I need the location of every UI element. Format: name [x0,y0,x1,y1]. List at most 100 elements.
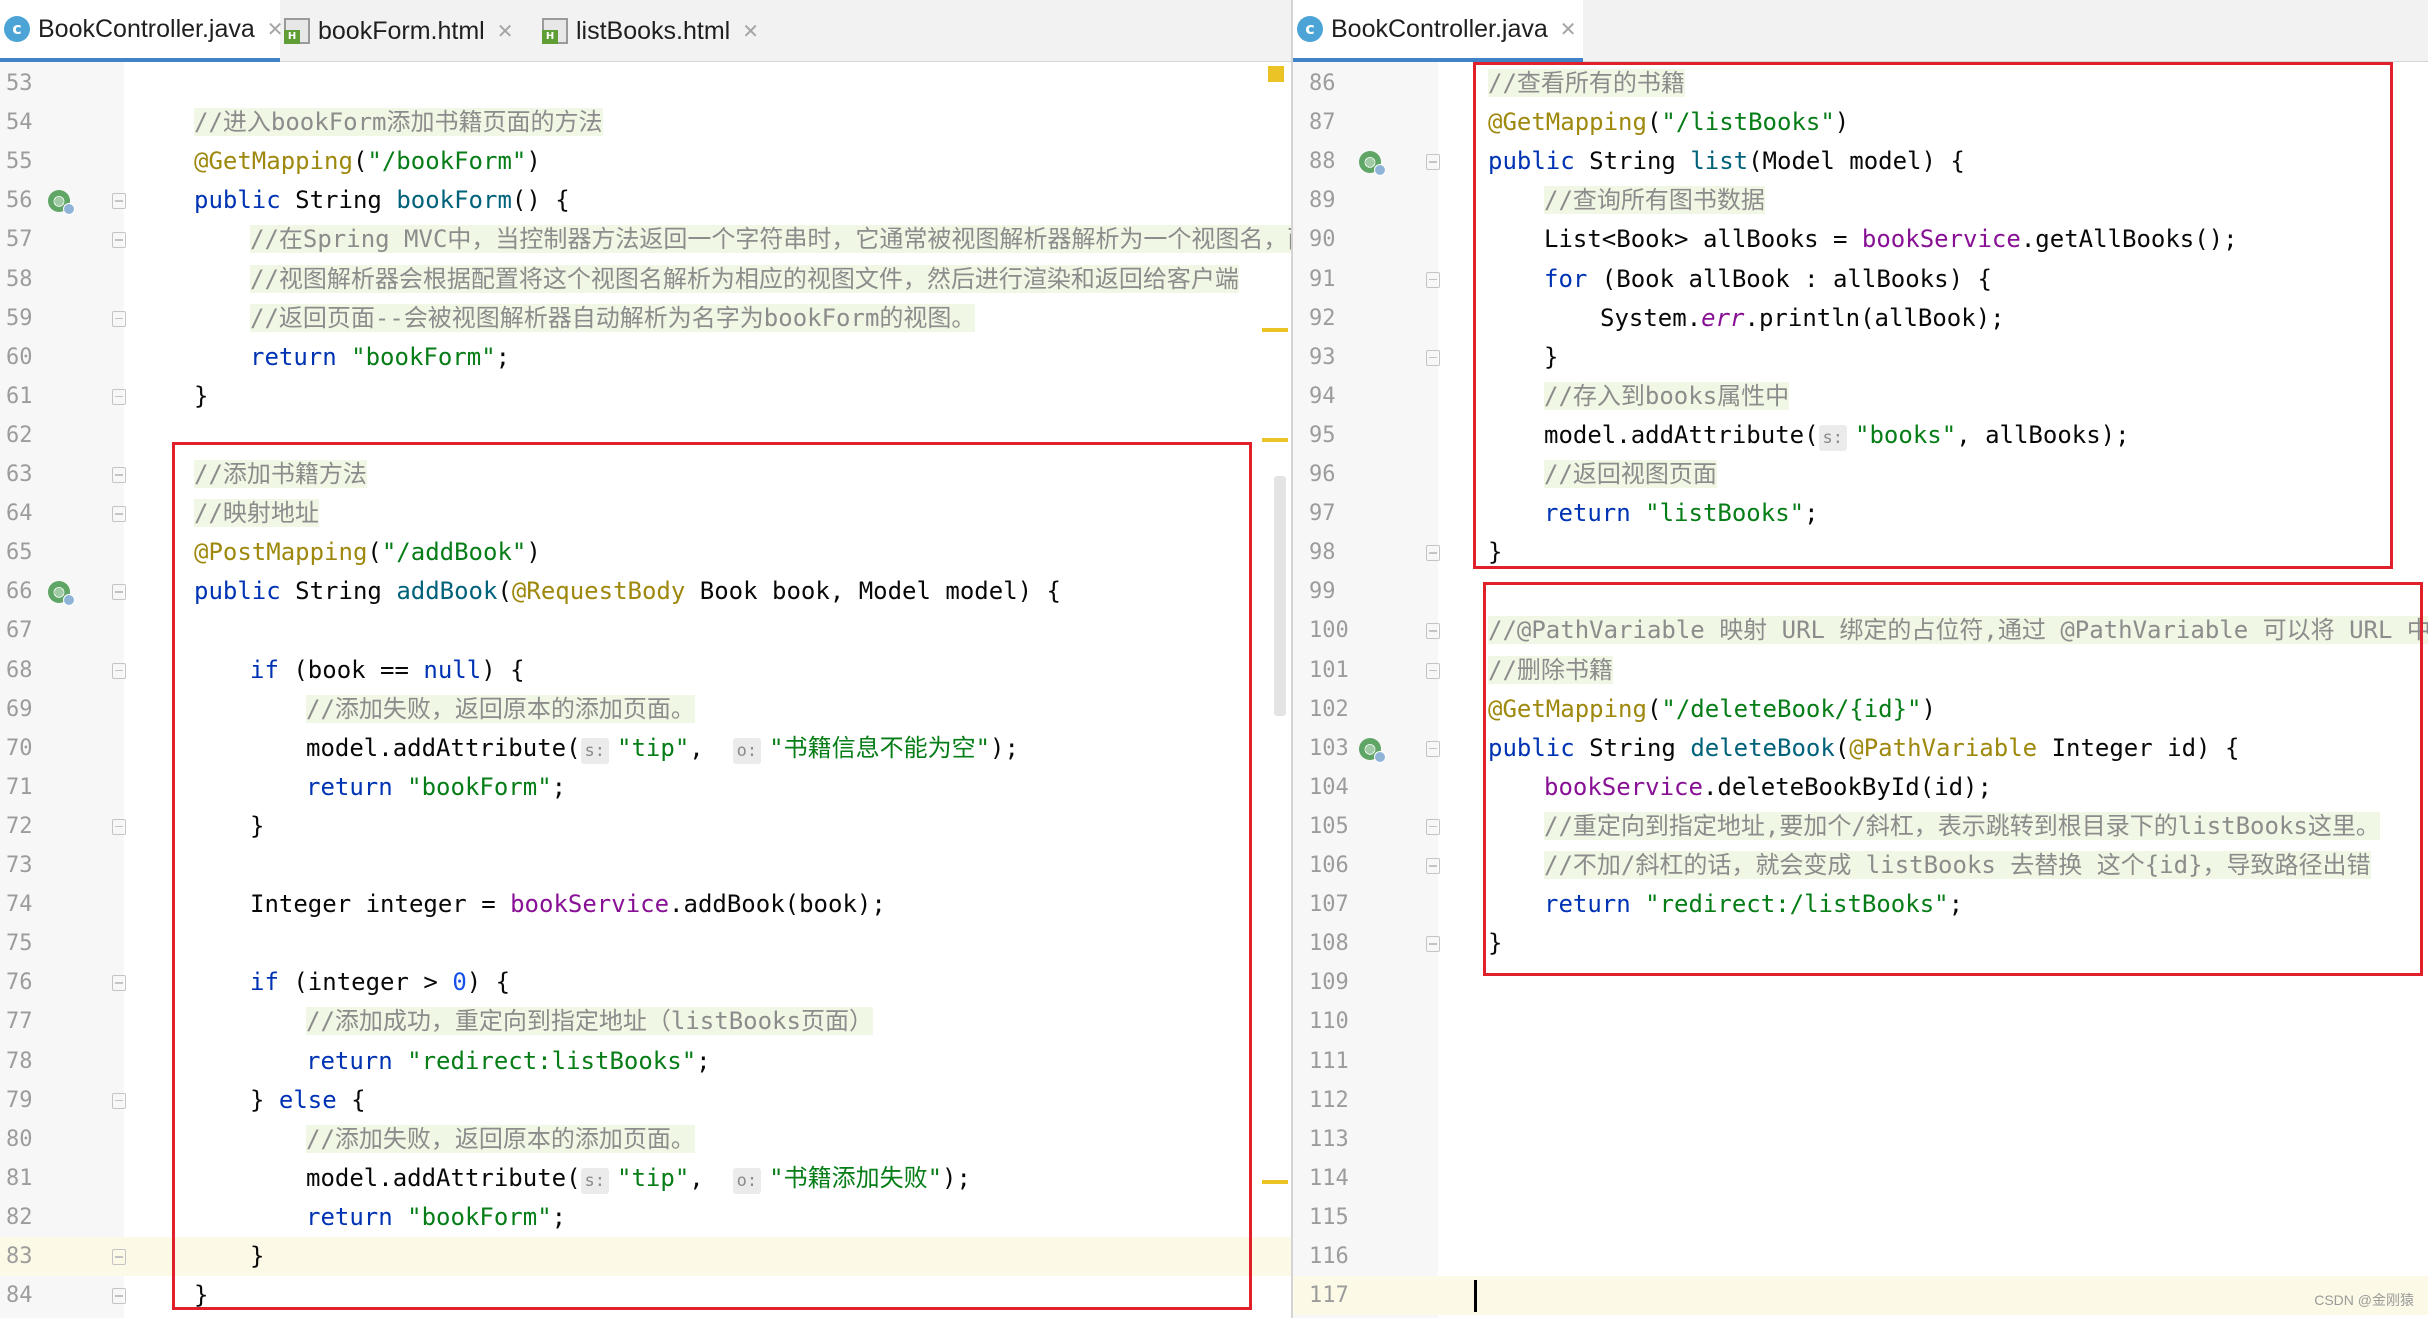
fold-toggle-icon[interactable] [112,818,126,835]
code-line[interactable]: 71 return "bookForm"; [0,768,1293,807]
close-icon[interactable]: ✕ [497,19,514,43]
fold-toggle-icon[interactable] [112,232,126,249]
code-line[interactable]: 86 //查看所有的书籍 [1293,64,2428,103]
code-line[interactable]: 111 [1293,1042,2428,1081]
code-line[interactable]: 53 [0,64,1293,103]
close-icon[interactable]: ✕ [742,19,759,43]
code-line[interactable]: 88 ◍ public String list(Model model) { [1293,142,2428,181]
code-line[interactable]: 106 //不加/斜杠的话，就会变成 listBooks 去替换 这个{id}，导… [1293,846,2428,885]
code-line[interactable]: 108} [1293,924,2428,963]
code-line[interactable]: 93} [1293,338,2428,377]
code-line[interactable]: 116 [1293,1237,2428,1276]
code-line[interactable]: 117 [1293,1276,2428,1316]
code-line[interactable]: 69 //添加失败，返回原本的添加页面。 [0,690,1293,729]
code-line[interactable]: 70 model.addAttribute(s: "tip", o: "书籍信息不能为… [0,729,1293,768]
code-line[interactable]: 62 [0,416,1293,455]
code-line[interactable]: 72} [0,807,1293,846]
code-line[interactable]: 112 [1293,1081,2428,1120]
code-line[interactable]: 60 return "bookForm"; [0,338,1293,377]
code-line[interactable]: 59 //返回页面--会被视图解析器自动解析为名字为bookForm的视图。 [0,299,1293,338]
fold-toggle-icon[interactable] [1426,818,1440,835]
code-line[interactable]: 65 @PostMapping("/addBook") [0,533,1293,572]
fold-toggle-icon[interactable] [112,584,126,601]
fold-toggle-icon[interactable] [1426,154,1440,171]
code-line[interactable]: 74 Integer integer = bookService.addBook(… [0,885,1293,924]
code-line[interactable]: 104 bookService.deleteBookById(id); [1293,768,2428,807]
fold-toggle-icon[interactable] [112,662,126,679]
code-line[interactable]: 81 model.addAttribute(s: "tip", o: "书籍添加失败"… [0,1159,1293,1198]
code-line[interactable]: 95 model.addAttribute(s: "books", allBooks… [1293,416,2428,455]
code-line[interactable]: 100 //@PathVariable 映射 URL 绑定的占位符,通过 @Pat… [1293,611,2428,650]
spring-bean-gutter-icon[interactable]: ◍ [1359,151,1386,177]
fold-toggle-icon[interactable] [1426,545,1440,562]
fold-toggle-icon[interactable] [1426,662,1440,679]
code-line[interactable]: 89 //查询所有图书数据 [1293,181,2428,220]
fold-toggle-icon[interactable] [1426,623,1440,640]
fold-toggle-icon[interactable] [1426,271,1440,288]
code-line[interactable]: 102 @GetMapping("/deleteBook/{id}") [1293,690,2428,729]
spring-bean-gutter-icon[interactable]: ◍ [48,190,75,216]
code-line[interactable]: 55 @GetMapping("/bookForm") [0,142,1293,181]
code-line[interactable]: 79} else { [0,1081,1293,1120]
fold-toggle-icon[interactable] [112,388,126,405]
code-line[interactable]: 96 //返回视图页面 [1293,455,2428,494]
code-line[interactable]: 97 return "listBooks"; [1293,494,2428,533]
code-line[interactable]: 61} [0,377,1293,416]
code-line[interactable]: 94 //存入到books属性中 [1293,377,2428,416]
code-line[interactable]: 56 ◍ public String bookForm() { [0,181,1293,220]
fold-toggle-icon[interactable] [112,1288,126,1305]
fold-toggle-icon[interactable] [112,467,126,483]
fold-toggle-icon[interactable] [112,193,126,210]
spring-bean-gutter-icon[interactable]: ◍ [1359,737,1386,763]
code-line[interactable]: 68 if (book == null) { [0,651,1293,690]
code-line[interactable]: 66 ◍ public String addBook(@RequestBody Bo… [0,572,1293,611]
fold-toggle-icon[interactable] [112,1249,126,1265]
fold-toggle-icon[interactable] [1426,858,1440,874]
code-line[interactable]: 115 [1293,1198,2428,1237]
code-line[interactable]: 77 //添加成功，重定向到指定地址（listBooks页面） [0,1002,1293,1041]
code-line[interactable]: 91 for (Book allBook : allBooks) { [1293,260,2428,299]
code-line[interactable]: 105 //重定向到指定地址,要加个/斜杠，表示跳转到根目录下的listBooks… [1293,807,2428,846]
tab-bookcontroller-java[interactable]: c BookController.java ✕ [1293,0,1583,62]
right-editor-pane[interactable]: c BookController.java ✕ 86 //查看所有的书籍 87 @GetM… [1293,0,2428,1318]
code-line[interactable]: 109 [1293,963,2428,1002]
code-line[interactable]: 87 @GetMapping("/listBooks") [1293,103,2428,142]
left-editor-pane[interactable]: c BookController.java ✕ HbookForm.html ✕ Hlis… [0,0,1293,1318]
fold-toggle-icon[interactable] [112,310,126,327]
code-line[interactable]: 54 //进入bookForm添加书籍页面的方法 [0,103,1293,142]
code-line[interactable]: 101 //删除书籍 [1293,651,2428,690]
fold-toggle-icon[interactable] [1426,349,1440,366]
code-line[interactable]: 78 return "redirect:listBooks"; [0,1042,1293,1081]
fold-toggle-icon[interactable] [112,1092,126,1109]
code-line[interactable]: 64 //映射地址 [0,494,1293,533]
code-line[interactable]: 98} [1293,533,2428,572]
code-line[interactable]: 103 ◍ public String deleteBook(@PathVariab… [1293,729,2428,768]
tab-bookform-html[interactable]: HbookForm.html ✕ [280,0,538,62]
code-line[interactable]: 83} [0,1237,1293,1276]
fold-toggle-icon[interactable] [112,975,126,992]
tab-listbooks-html[interactable]: HlistBooks.html ✕ [538,0,786,62]
code-line[interactable]: 99 [1293,572,2428,611]
code-line[interactable]: 76 if (integer > 0) { [0,963,1293,1002]
close-icon[interactable]: ✕ [1560,17,1577,41]
code-line[interactable]: 57 //在Spring MVC中，当控制器方法返回一个字符串时，它通常被视图解析… [0,220,1293,259]
tab-bookcontroller-java[interactable]: c BookController.java ✕ [0,0,284,62]
code-line[interactable]: 90 List<Book> allBooks = bookService.getA… [1293,220,2428,259]
fold-toggle-icon[interactable] [1426,936,1440,953]
code-line[interactable]: 67 [0,611,1293,650]
code-line[interactable]: 84} [0,1276,1293,1315]
code-line[interactable]: 73 [0,846,1293,885]
code-line[interactable]: 58 //视图解析器会根据配置将这个视图名解析为相应的视图文件，然后进行渲染和返回… [0,260,1293,299]
code-line[interactable]: 63 //添加书籍方法 [0,455,1293,494]
code-line[interactable]: 75 [0,924,1293,963]
code-line[interactable]: 114 [1293,1159,2428,1198]
code-line[interactable]: 107 return "redirect:/listBooks"; [1293,885,2428,924]
code-line[interactable]: 110 [1293,1002,2428,1041]
code-line[interactable]: 92 System.err.println(allBook); [1293,299,2428,338]
fold-toggle-icon[interactable] [1426,740,1440,757]
fold-toggle-icon[interactable] [112,506,126,523]
code-line[interactable]: 113 [1293,1120,2428,1159]
code-line[interactable]: 82 return "bookForm"; [0,1198,1293,1237]
code-line[interactable]: 80 //添加失败，返回原本的添加页面。 [0,1120,1293,1159]
spring-bean-gutter-icon[interactable]: ◍ [48,581,75,607]
